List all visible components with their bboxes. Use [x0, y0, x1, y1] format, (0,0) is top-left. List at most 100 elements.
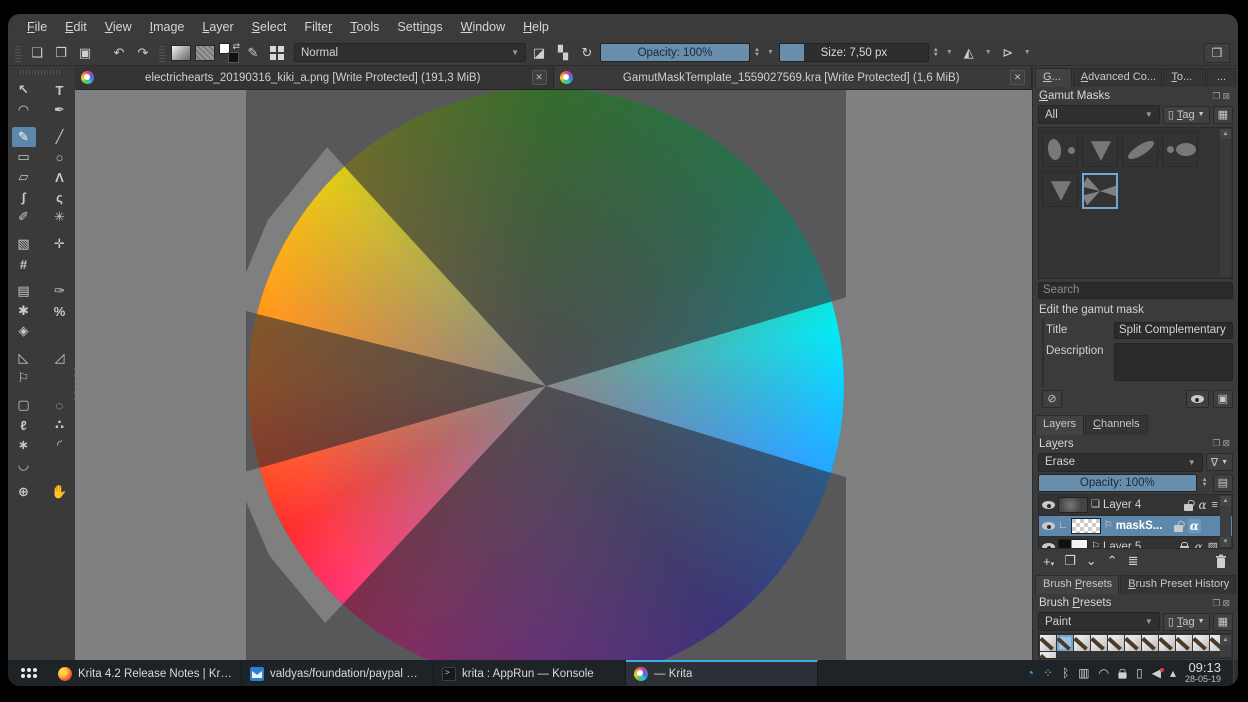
brush-preset[interactable] [1040, 635, 1056, 652]
network-shares-icon[interactable]: ⁘ [1043, 667, 1053, 679]
close-icon[interactable]: ✕ [531, 70, 547, 85]
tool-line[interactable]: ╱ [48, 127, 72, 147]
scroll-up-icon[interactable]: ▲ [1220, 129, 1231, 140]
mask-description-input[interactable] [1114, 342, 1233, 381]
tool-select-shapes[interactable]: ↖ [12, 80, 36, 100]
preview-mask-button[interactable] [1185, 389, 1209, 408]
brush-filter-combobox[interactable]: Paint ▼ [1038, 612, 1160, 632]
alpha-lock-icon[interactable]: α [1194, 540, 1202, 549]
display-battery-icon[interactable]: ▥ [1078, 667, 1089, 679]
float-docker-icon[interactable]: ❐ [1212, 438, 1222, 448]
menu-filter[interactable]: Filter [295, 16, 341, 38]
gamut-mask-shifted-lens[interactable] [1122, 131, 1158, 168]
opacity-slider[interactable]: Opacity: 100% [600, 43, 750, 62]
add-layer-button[interactable]: +▾ [1043, 554, 1054, 569]
gamut-mask-split-complementary[interactable] [1082, 173, 1118, 210]
brush-list-scrollbar[interactable]: ▲ [1220, 635, 1231, 658]
menu-image[interactable]: Image [141, 16, 194, 38]
tool-crop[interactable]: # [12, 254, 36, 274]
tool-transform[interactable]: ▧ [12, 234, 36, 254]
tool-polygon[interactable]: ▱ [12, 167, 36, 187]
brush-preset[interactable] [1159, 635, 1175, 652]
move-layer-down-button[interactable]: ⌄ [1086, 553, 1097, 569]
brush-editor-button[interactable]: ✎ [242, 43, 264, 63]
document-gamut-mask-template[interactable] [246, 90, 846, 660]
menu-help[interactable]: Help [514, 16, 558, 38]
app-launcher-button[interactable] [8, 660, 50, 686]
mirror-vertical-button[interactable]: ⊳ [997, 43, 1019, 63]
lock-icon[interactable] [1180, 541, 1190, 549]
brush-preset[interactable] [1108, 635, 1124, 652]
float-docker-icon[interactable]: ❐ [1212, 598, 1222, 608]
size-slider[interactable]: Size: 7,50 px [778, 43, 929, 62]
size-spinner[interactable]: ▲ ▼ [931, 47, 941, 58]
tool-measure[interactable]: % [48, 301, 72, 321]
toolbar-drag-handle[interactable] [15, 43, 21, 62]
gamut-mask-dominant-hue-accent[interactable] [1162, 131, 1198, 168]
clock[interactable]: 09:13 28-05-19 [1185, 661, 1225, 684]
tool-freehand-brush[interactable]: ✎ [11, 127, 36, 147]
show-desktop-button[interactable] [1233, 660, 1238, 686]
redo-button[interactable]: ↷ [132, 43, 154, 63]
tab-brush-presets[interactable]: Brush Presets [1035, 574, 1120, 595]
brush-preset[interactable] [1040, 652, 1056, 659]
visibility-eye-icon[interactable] [1042, 519, 1055, 532]
tool-dynamic-brush[interactable]: ✐ [12, 207, 36, 227]
task-konsole[interactable]: krita : AppRun — Konsole [434, 660, 626, 686]
swap-colors-icon[interactable]: ⇄ [232, 41, 240, 52]
task-firefox[interactable]: Krita 4.2 Release Notes | Krita - ... [50, 660, 242, 686]
tool-rectangle[interactable]: ▭ [12, 147, 36, 167]
tool-fill[interactable]: ◈ [12, 321, 36, 341]
save-button[interactable]: ▣ [74, 43, 96, 63]
visibility-eye-icon[interactable] [1042, 498, 1055, 511]
dock-tab-gamut[interactable]: G... [1035, 68, 1072, 88]
mirror-horizontal-button[interactable]: ◭ [958, 43, 980, 63]
layer-row-layer5[interactable]: ⚐ Layer 5 α ▨ [1039, 537, 1232, 549]
fg-bg-colors-button[interactable]: ⇄ [218, 41, 240, 63]
gradient-chooser-button[interactable] [170, 43, 192, 63]
eraser-mode-button[interactable]: ◪ [528, 43, 550, 63]
layer-styles-icon[interactable]: ≡ [1212, 499, 1218, 511]
tool-pan[interactable]: ✋ [48, 482, 72, 502]
alpha-lock-icon[interactable]: α [1187, 518, 1201, 533]
layer-properties-button[interactable]: ≣ [1128, 553, 1139, 569]
visibility-eye-icon[interactable] [1042, 540, 1055, 549]
brush-preset-selected[interactable] [1057, 635, 1073, 652]
toolbar-drag-handle[interactable] [159, 43, 165, 62]
tool-edit-shapes[interactable]: ◠ [12, 100, 36, 120]
layer-properties-button[interactable]: ▤ [1212, 473, 1233, 492]
scroll-up-icon[interactable]: ▲ [1220, 635, 1231, 646]
menu-select[interactable]: Select [243, 16, 296, 38]
clipboard-icon[interactable]: ▯ [1136, 667, 1143, 679]
pattern-chooser-button[interactable] [194, 43, 216, 63]
duplicate-layer-button[interactable]: ❐ [1064, 553, 1076, 569]
float-docker-icon[interactable]: ❐ [1212, 91, 1222, 101]
tab-channels[interactable]: Channels [1085, 415, 1148, 435]
tab-layers[interactable]: Layers [1035, 415, 1085, 435]
workspace-chooser-button[interactable]: ❒ [1204, 43, 1230, 63]
gamut-mask-primary-triangle[interactable] [1042, 171, 1078, 208]
new-document-button[interactable]: ❏ [26, 43, 48, 63]
task-kmail[interactable]: valdyas/foundation/paypal — KM... [242, 660, 434, 686]
scroll-down-icon[interactable]: ▼ [1220, 537, 1231, 548]
tool-polyline[interactable]: Λ [48, 167, 72, 187]
tag-button[interactable]: ▯ Tag ▼ [1162, 612, 1210, 631]
layer-list-scrollbar[interactable]: ▲ ▼ [1220, 495, 1231, 548]
canvas-viewport[interactable] [75, 90, 1032, 660]
tool-ellipse-select[interactable]: ◌ [48, 395, 72, 415]
mask-title-input[interactable] [1114, 321, 1233, 339]
brush-option-grid-button[interactable] [266, 43, 288, 63]
mask-list-scrollbar[interactable]: ▲ [1220, 129, 1231, 277]
gamut-mask-atmospheric-triad[interactable] [1042, 131, 1078, 168]
mask-search-input[interactable] [1038, 281, 1233, 299]
wifi-icon[interactable]: ◠ [1099, 667, 1109, 679]
brush-preset[interactable] [1125, 635, 1141, 652]
menu-layer[interactable]: Layer [193, 16, 242, 38]
document-tab-2[interactable]: GamutMaskTemplate_1559027569.kra [Write … [553, 66, 1032, 89]
unlock-icon[interactable] [1173, 524, 1183, 532]
brush-preset[interactable] [1193, 635, 1209, 652]
opacity-spinner[interactable]: ▲ ▼ [752, 47, 762, 58]
chevron-down-icon[interactable]: ▼ [982, 49, 995, 56]
tool-assistants[interactable]: ◺ [12, 348, 36, 368]
alpha-lock-icon[interactable]: α [1198, 498, 1206, 512]
